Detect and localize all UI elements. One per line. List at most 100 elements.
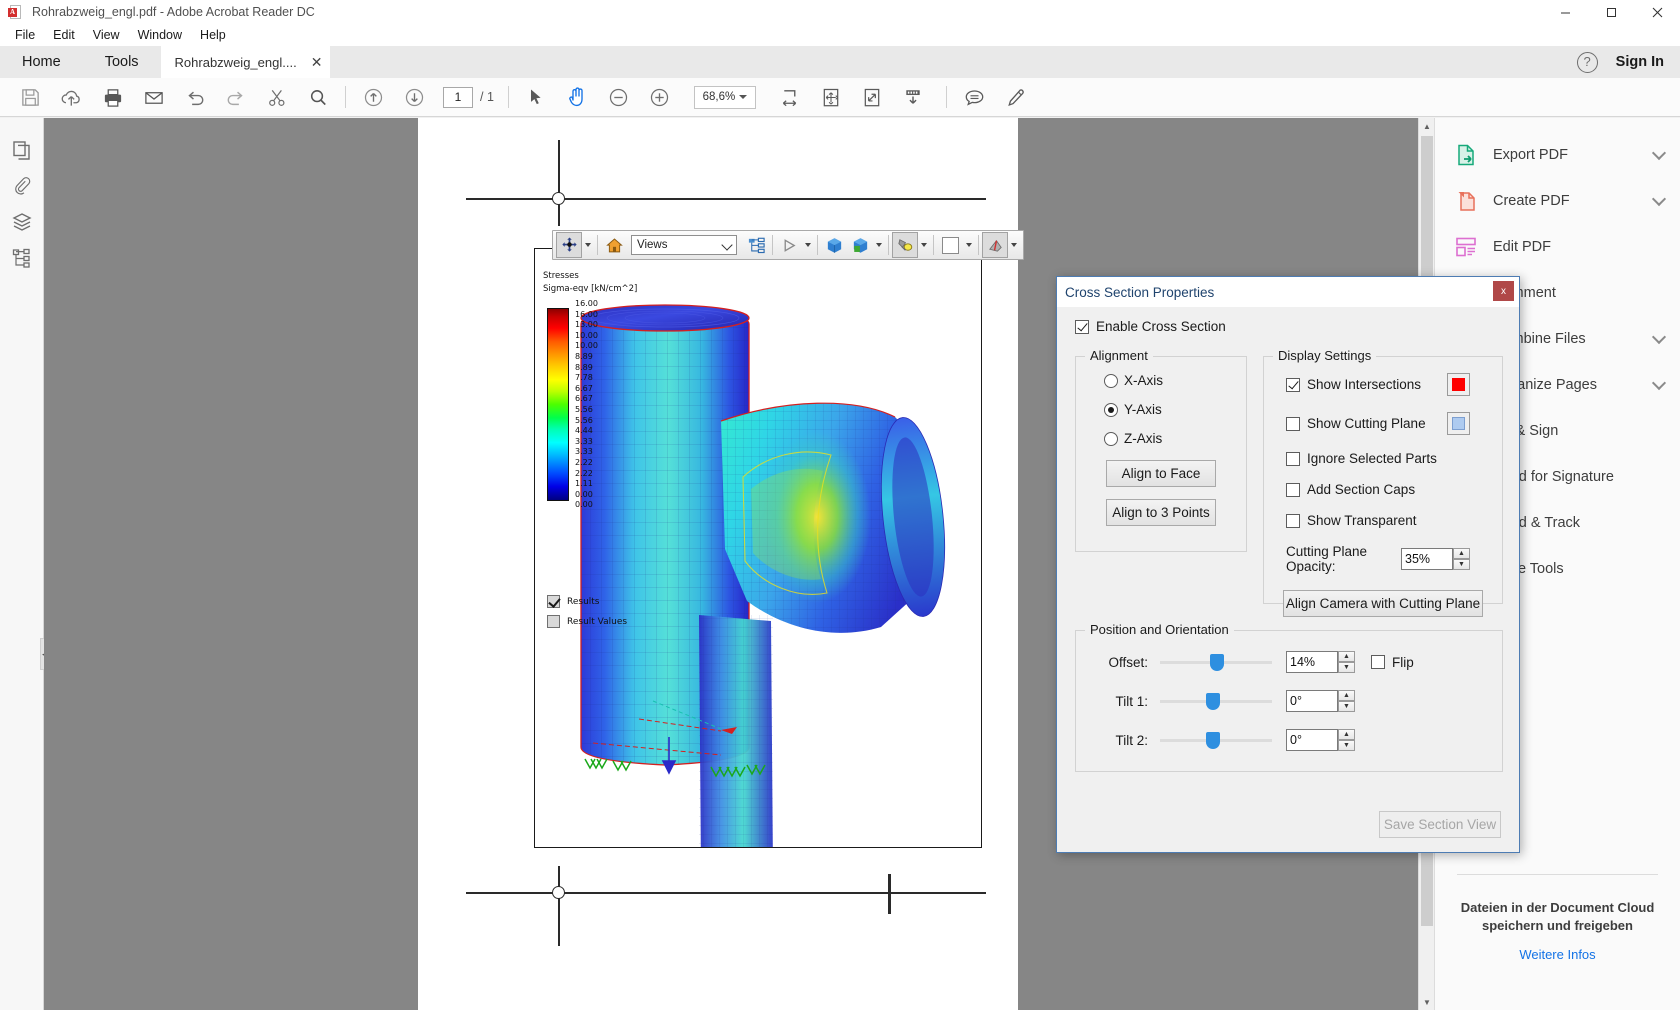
select-arrow-icon[interactable]: [516, 80, 557, 114]
add-section-caps-checkbox[interactable]: [1286, 483, 1300, 497]
tilt1-spinner-up[interactable]: ▲: [1338, 690, 1355, 701]
offset-spinner-up[interactable]: ▲: [1338, 651, 1355, 662]
tilt2-spinner-up[interactable]: ▲: [1338, 729, 1355, 740]
undo-icon[interactable]: [174, 80, 215, 114]
chevron-down-icon[interactable]: [1011, 243, 1017, 247]
ignore-selected-parts-row[interactable]: Ignore Selected Parts: [1276, 451, 1490, 466]
scroll-down-button[interactable]: ▼: [1419, 994, 1435, 1010]
show-intersections-row[interactable]: Show Intersections: [1276, 373, 1490, 396]
show-intersections-checkbox[interactable]: [1286, 378, 1300, 392]
highlight-pen-icon[interactable]: [995, 80, 1036, 114]
chevron-down-icon[interactable]: [1652, 375, 1666, 389]
menu-view[interactable]: View: [84, 26, 129, 44]
scissors-icon[interactable]: [256, 80, 297, 114]
flip-row[interactable]: Flip: [1371, 655, 1414, 670]
close-icon[interactable]: ✕: [311, 55, 323, 69]
align-camera-with-cutting-plane-button[interactable]: Align Camera with Cutting Plane: [1283, 590, 1483, 617]
menu-edit[interactable]: Edit: [44, 26, 84, 44]
render-cube-icon[interactable]: [821, 232, 847, 258]
align-x-axis-radio[interactable]: [1104, 374, 1118, 388]
scroll-mode-icon[interactable]: [893, 80, 934, 114]
email-icon[interactable]: [133, 80, 174, 114]
fullscreen-icon[interactable]: [852, 80, 893, 114]
home-icon[interactable]: [601, 232, 627, 258]
align-y-axis-radio[interactable]: [1104, 403, 1118, 417]
offset-input[interactable]: 14%: [1286, 651, 1338, 673]
menu-window[interactable]: Window: [129, 26, 191, 44]
views-dropdown[interactable]: Views: [631, 235, 737, 255]
tab-document[interactable]: Rohrabzweig_engl.... ✕: [161, 46, 331, 78]
tilt1-input[interactable]: 0°: [1286, 690, 1338, 712]
tool-export-pdf[interactable]: Export PDF: [1435, 132, 1680, 178]
align-z-axis-row[interactable]: Z-Axis: [1104, 431, 1234, 446]
tilt2-slider[interactable]: [1160, 729, 1272, 751]
enable-cross-section-row[interactable]: Enable Cross Section: [1075, 319, 1503, 334]
model-tree-icon[interactable]: [743, 232, 769, 258]
align-to-face-button[interactable]: Align to Face: [1106, 460, 1216, 487]
zoom-in-button[interactable]: [639, 80, 680, 114]
chevron-down-icon[interactable]: [921, 243, 927, 247]
tilt2-slider-thumb[interactable]: [1206, 732, 1220, 749]
rotate-3d-icon[interactable]: [556, 232, 582, 258]
dialog-titlebar[interactable]: Cross Section Properties x: [1057, 277, 1519, 307]
print-icon[interactable]: [92, 80, 133, 114]
menu-file[interactable]: File: [6, 26, 44, 44]
result-values-checkbox-row[interactable]: Result Values: [547, 615, 627, 628]
scroll-up-button[interactable]: ▲: [1419, 118, 1435, 134]
chevron-down-icon[interactable]: [1652, 145, 1666, 159]
ignore-selected-parts-checkbox[interactable]: [1286, 452, 1300, 466]
help-icon[interactable]: ?: [1577, 52, 1598, 73]
chevron-down-icon[interactable]: [1652, 191, 1666, 205]
comment-icon[interactable]: [954, 80, 995, 114]
tab-tools[interactable]: Tools: [83, 46, 161, 78]
page-number-input[interactable]: 1: [443, 87, 473, 108]
chevron-down-icon[interactable]: [1652, 329, 1666, 343]
tilt1-slider[interactable]: [1160, 690, 1272, 712]
sign-in-button[interactable]: Sign In: [1616, 54, 1664, 70]
tool-create-pdf[interactable]: Create PDF: [1435, 178, 1680, 224]
model-tree-icon[interactable]: [5, 240, 39, 276]
zoom-out-button[interactable]: [598, 80, 639, 114]
cutting-plane-opacity-input[interactable]: 35%: [1401, 548, 1453, 570]
search-icon[interactable]: [297, 80, 338, 114]
menu-help[interactable]: Help: [191, 26, 235, 44]
add-section-caps-row[interactable]: Add Section Caps: [1276, 482, 1490, 497]
chevron-down-icon[interactable]: [966, 243, 972, 247]
page-thumbnails-icon[interactable]: [5, 132, 39, 168]
background-swatch-icon[interactable]: [937, 232, 963, 258]
show-transparent-checkbox[interactable]: [1286, 514, 1300, 528]
hand-icon[interactable]: [557, 80, 598, 114]
close-button[interactable]: [1634, 0, 1680, 24]
promo-link[interactable]: Weitere Infos: [1457, 947, 1658, 962]
part-cube-icon[interactable]: [847, 232, 873, 258]
lighting-lamp-icon[interactable]: [892, 232, 918, 258]
tab-home[interactable]: Home: [0, 46, 83, 78]
align-z-axis-radio[interactable]: [1104, 432, 1118, 446]
align-y-axis-row[interactable]: Y-Axis: [1104, 402, 1234, 417]
show-cutting-plane-checkbox[interactable]: [1286, 417, 1300, 431]
cross-section-properties-dialog[interactable]: Cross Section Properties x Enable Cross …: [1056, 276, 1520, 853]
minimize-button[interactable]: [1542, 0, 1588, 24]
tilt1-spinner-down[interactable]: ▼: [1338, 701, 1355, 712]
offset-slider[interactable]: [1160, 651, 1272, 673]
close-icon[interactable]: x: [1493, 281, 1514, 301]
flip-checkbox[interactable]: [1371, 655, 1385, 669]
save-icon[interactable]: [10, 80, 51, 114]
tool-edit-pdf[interactable]: Edit PDF: [1435, 224, 1680, 270]
offset-spinner-down[interactable]: ▼: [1338, 662, 1355, 673]
cloud-upload-icon[interactable]: [51, 80, 92, 114]
layers-icon[interactable]: [5, 204, 39, 240]
chevron-down-icon[interactable]: [805, 243, 811, 247]
show-cutting-plane-row[interactable]: Show Cutting Plane: [1276, 412, 1490, 435]
play-icon[interactable]: [776, 232, 802, 258]
opacity-spinner-up[interactable]: ▲: [1453, 548, 1470, 559]
align-x-axis-row[interactable]: X-Axis: [1104, 373, 1234, 388]
tilt1-slider-thumb[interactable]: [1206, 693, 1220, 710]
show-transparent-row[interactable]: Show Transparent: [1276, 513, 1490, 528]
previous-page-button[interactable]: [353, 80, 394, 114]
fit-page-icon[interactable]: [811, 80, 852, 114]
fit-width-icon[interactable]: [770, 80, 811, 114]
next-page-button[interactable]: [394, 80, 435, 114]
offset-slider-thumb[interactable]: [1210, 654, 1224, 671]
chevron-down-icon[interactable]: [876, 243, 882, 247]
